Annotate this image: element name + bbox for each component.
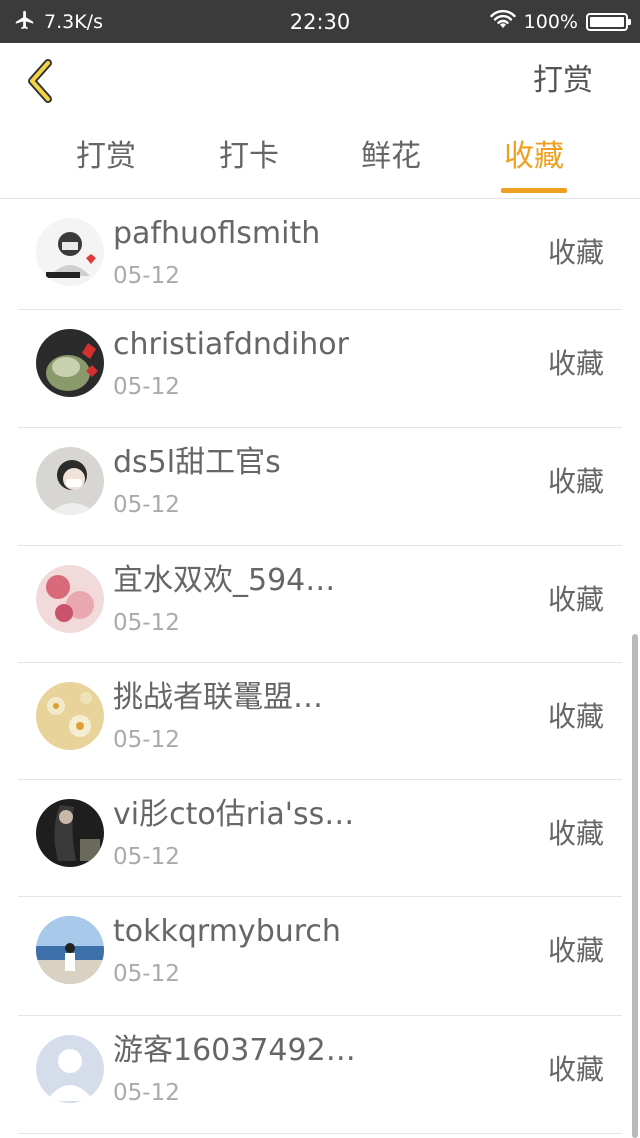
reward-button[interactable]: 打赏 (533, 61, 593, 101)
favorite-label: 收藏 (547, 700, 604, 733)
list-item[interactable]: christiafdndihor 05-12 收藏 (0, 310, 640, 428)
avatar (36, 916, 104, 984)
divider (18, 1133, 622, 1134)
status-bar: 7.3K/s 22:30 100% (0, 0, 640, 43)
list-item[interactable]: 挑战者联鼍盟… 05-12 收藏 (0, 663, 640, 780)
active-tab-indicator (501, 188, 567, 193)
tab-flowers[interactable]: 鲜花 (331, 137, 451, 177)
username: 挑战者联鼍盟… (113, 680, 323, 715)
battery-icon (586, 13, 631, 31)
date: 05-12 (113, 844, 180, 870)
tab-checkin[interactable]: 打卡 (189, 137, 309, 177)
list-item[interactable]: ds5l甜工官s 05-12 收藏 (0, 428, 640, 546)
list-item[interactable]: 游客16037492… 05-12 收藏 (0, 1016, 640, 1134)
favorite-label: 收藏 (547, 236, 604, 269)
username: vi肜cto估ria'ss… (113, 797, 355, 832)
avatar (36, 447, 104, 515)
favorite-label: 收藏 (547, 347, 604, 380)
date: 05-12 (113, 727, 180, 753)
favorite-label: 收藏 (547, 1053, 604, 1086)
list-item[interactable]: 宜水双欢_594… 05-12 收藏 (0, 546, 640, 663)
avatar (36, 218, 104, 286)
tab-bar: 打赏 打卡 鲜花 收藏 (0, 121, 640, 199)
avatar (36, 682, 104, 750)
tab-reward[interactable]: 打赏 (46, 137, 166, 177)
list-item[interactable]: tokkqrmyburch 05-12 收藏 (0, 897, 640, 1016)
battery-percent: 100% (523, 11, 578, 33)
username: 游客16037492… (113, 1033, 356, 1068)
wifi-icon (489, 9, 516, 35)
tab-favorites[interactable]: 收藏 (474, 137, 594, 177)
date: 05-12 (113, 374, 180, 400)
back-button[interactable] (22, 57, 62, 105)
username: ds5l甜工官s (113, 445, 281, 480)
date: 05-12 (113, 492, 180, 518)
avatar (36, 1035, 104, 1103)
favorite-label: 收藏 (547, 583, 604, 616)
username: tokkqrmyburch (113, 914, 341, 949)
date: 05-12 (113, 961, 180, 987)
username: christiafdndihor (113, 327, 349, 362)
header: 打赏 (0, 43, 640, 121)
scrollbar[interactable] (632, 634, 638, 1138)
username: pafhuoflsmith (113, 216, 321, 251)
favorite-label: 收藏 (547, 465, 604, 498)
date: 05-12 (113, 1080, 180, 1106)
favorites-list: pafhuoflsmith 05-12 收藏 christiafdndihor … (0, 199, 640, 1134)
favorite-label: 收藏 (547, 934, 604, 967)
avatar (36, 565, 104, 633)
avatar (36, 329, 104, 397)
list-item[interactable]: pafhuoflsmith 05-12 收藏 (0, 199, 640, 310)
date: 05-12 (113, 610, 180, 636)
list-item[interactable]: vi肜cto估ria'ss… 05-12 收藏 (0, 780, 640, 897)
favorite-label: 收藏 (547, 817, 604, 850)
avatar (36, 799, 104, 867)
username: 宜水双欢_594… (113, 563, 336, 598)
chevron-left-icon (28, 59, 52, 103)
date: 05-12 (113, 263, 180, 289)
status-right: 100% (489, 9, 631, 35)
